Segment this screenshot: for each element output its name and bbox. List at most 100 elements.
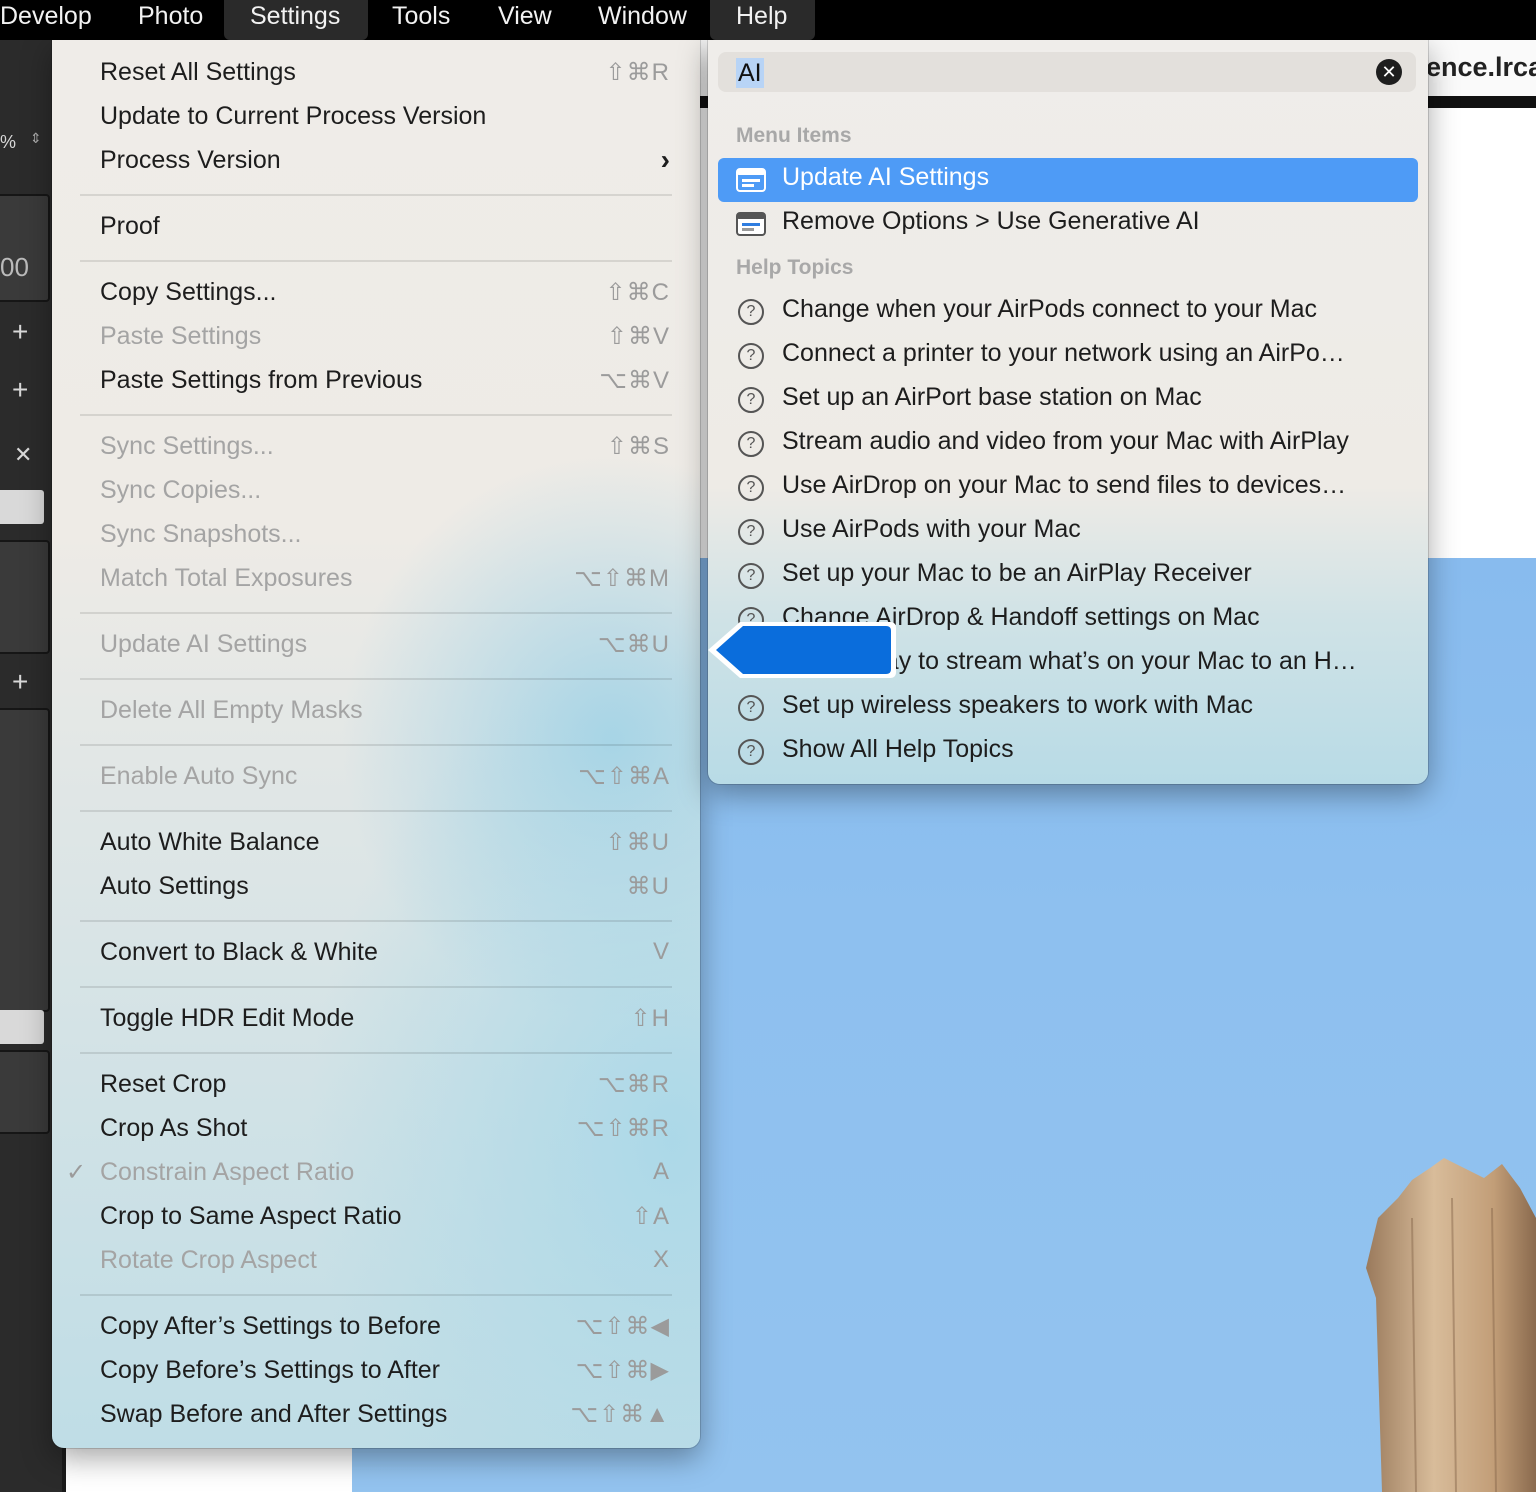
menu-item-paste-settings-from-previous[interactable]: Paste Settings from Previous ⌥⌘V	[100, 362, 670, 406]
menu-item-label: Sync Snapshots...	[100, 520, 302, 548]
menu-item-auto-settings[interactable]: Auto Settings ⌘U	[100, 868, 670, 912]
help-result-update-ai-settings[interactable]: Update AI Settings	[718, 158, 1418, 202]
close-icon[interactable]: ✕	[14, 442, 32, 468]
help-question-icon: ?	[738, 563, 764, 589]
menu-item-crop-as-shot[interactable]: Crop As Shot ⌥⇧⌘R	[100, 1110, 670, 1154]
left-panel-box	[0, 194, 50, 302]
help-topic-item[interactable]: ? Use AirDrop on your Mac to send files …	[718, 466, 1418, 510]
section-heading-menu-items: Menu Items	[736, 124, 852, 147]
menu-item-shortcut: ⌥⇧⌘▲	[570, 1401, 670, 1428]
left-panel-button[interactable]	[0, 490, 44, 524]
chevron-right-icon: ›	[660, 144, 670, 175]
menu-item-label: Reset All Settings	[100, 58, 296, 86]
menu-item-label: Match Total Exposures	[100, 564, 353, 592]
add-icon[interactable]: +	[12, 666, 28, 698]
menubar-develop[interactable]: Develop	[0, 0, 98, 40]
menu-item-label: Paste Settings from Previous	[100, 366, 423, 394]
menu-item-shortcut: ⇧A	[631, 1203, 670, 1230]
menubar-view[interactable]: View	[498, 0, 552, 40]
help-question-icon: ?	[738, 519, 764, 545]
menu-separator	[80, 1052, 672, 1054]
menu-separator	[80, 260, 672, 262]
menu-separator	[80, 414, 672, 416]
settings-menu: Reset All Settings ⇧⌘R Update to Current…	[52, 40, 700, 1448]
menu-bar: Develop Photo Settings Tools View Window…	[0, 0, 1536, 40]
menu-item-copy-before-to-after[interactable]: Copy Before’s Settings to After ⌥⇧⌘▶	[100, 1352, 670, 1396]
left-panel-box	[0, 540, 50, 654]
left-panel-button[interactable]	[0, 1010, 44, 1044]
help-topic-label: Set up an AirPort base station on Mac	[782, 383, 1202, 411]
menu-item-label: Crop to Same Aspect Ratio	[100, 1202, 402, 1230]
menu-item-delete-all-empty-masks: Delete All Empty Masks	[100, 692, 670, 736]
photo-wooden-post	[1366, 1158, 1536, 1492]
left-number-fragment: 00	[0, 252, 29, 282]
add-icon[interactable]: +	[12, 316, 28, 348]
menu-separator	[80, 612, 672, 614]
menu-item-icon	[736, 212, 766, 236]
menu-item-shortcut: V	[652, 938, 670, 965]
menu-item-auto-white-balance[interactable]: Auto White Balance ⇧⌘U	[100, 824, 670, 868]
menu-item-shortcut: ⌥⌘U	[598, 631, 670, 658]
menu-item-label: Process Version	[100, 146, 281, 174]
menu-item-constrain-aspect-ratio: ✓ Constrain Aspect Ratio A	[66, 1154, 670, 1198]
help-search-input[interactable]: AI	[736, 58, 764, 88]
menu-item-label: Crop As Shot	[100, 1114, 248, 1142]
help-topic-item[interactable]: ? Use AirPods with your Mac	[718, 510, 1418, 554]
menu-item-update-process-version[interactable]: Update to Current Process Version	[100, 98, 670, 142]
menubar-photo[interactable]: Photo	[138, 0, 203, 40]
menu-item-label: Auto White Balance	[100, 828, 320, 856]
menubar-tools[interactable]: Tools	[392, 0, 450, 40]
menu-separator	[80, 986, 672, 988]
menu-item-label: Swap Before and After Settings	[100, 1400, 448, 1428]
menu-item-reset-crop[interactable]: Reset Crop ⌥⌘R	[100, 1066, 670, 1110]
menu-item-copy-settings[interactable]: Copy Settings... ⇧⌘C	[100, 274, 670, 318]
help-topic-item[interactable]: ? Stream audio and video from your Mac w…	[718, 422, 1418, 466]
help-topic-item[interactable]: ? Set up your Mac to be an AirPlay Recei…	[718, 554, 1418, 598]
menu-item-paste-settings: Paste Settings ⇧⌘V	[100, 318, 670, 362]
help-search-field[interactable]: AI ✕	[718, 52, 1416, 92]
menu-item-shortcut: ⇧⌘V	[606, 323, 670, 350]
add-icon[interactable]: +	[12, 374, 28, 406]
help-topic-item[interactable]: ? Connect a printer to your network usin…	[718, 334, 1418, 378]
menu-separator	[80, 194, 672, 196]
menubar-help[interactable]: Help	[710, 0, 816, 40]
menu-item-proof[interactable]: Proof	[100, 208, 670, 252]
menu-item-shortcut: A	[652, 1158, 670, 1185]
menu-item-swap-before-after[interactable]: Swap Before and After Settings ⌥⇧⌘▲	[100, 1396, 670, 1440]
menu-item-label: Convert to Black & White	[100, 938, 378, 966]
menu-item-shortcut: ⌥⇧⌘M	[574, 565, 670, 592]
help-topic-show-all[interactable]: ? Show All Help Topics	[718, 730, 1418, 774]
menu-item-copy-after-to-before[interactable]: Copy After’s Settings to Before ⌥⇧⌘◀	[100, 1308, 670, 1352]
background-url-fragment: ence.lrca	[1426, 52, 1536, 82]
menu-item-shortcut: ⌥⇧⌘A	[578, 763, 670, 790]
menu-item-label: Delete All Empty Masks	[100, 696, 363, 724]
menubar-window[interactable]: Window	[598, 0, 687, 40]
help-topic-item[interactable]: ? Set up wireless speakers to work with …	[718, 686, 1418, 730]
help-question-icon: ?	[738, 299, 764, 325]
menu-item-toggle-hdr-edit-mode[interactable]: Toggle HDR Edit Mode ⇧H	[100, 1000, 670, 1044]
help-question-icon: ?	[738, 431, 764, 457]
menu-item-sync-settings: Sync Settings... ⇧⌘S	[100, 428, 670, 472]
clear-search-icon[interactable]: ✕	[1376, 59, 1402, 85]
menu-item-match-total-exposures: Match Total Exposures ⌥⇧⌘M	[100, 560, 670, 604]
help-result-remove-options[interactable]: Remove Options > Use Generative AI	[718, 202, 1418, 246]
left-panel-box	[0, 1050, 50, 1134]
menu-item-shortcut: ⌘U	[626, 873, 670, 900]
menu-item-shortcut: ⇧⌘S	[606, 433, 670, 460]
checkmark-icon: ✓	[66, 1159, 87, 1186]
menu-item-convert-black-white[interactable]: Convert to Black & White V	[100, 934, 670, 978]
menu-item-label: Update AI Settings	[100, 630, 308, 658]
menu-separator	[80, 920, 672, 922]
help-topic-item[interactable]: ? Change when your AirPods connect to yo…	[718, 290, 1418, 334]
help-topic-label: Use AirPods with your Mac	[782, 515, 1081, 543]
help-topic-label: Set up wireless speakers to work with Ma…	[782, 691, 1254, 719]
menu-item-label: Sync Copies...	[100, 476, 262, 504]
menubar-settings[interactable]: Settings	[224, 0, 369, 40]
zoom-stepper-icon[interactable]: ⇕	[30, 130, 42, 147]
section-heading-help-topics: Help Topics	[736, 256, 854, 279]
menu-item-process-version[interactable]: Process Version ›	[100, 142, 670, 186]
help-topic-label: Change when your AirPods connect to your…	[782, 295, 1318, 323]
menu-item-reset-all-settings[interactable]: Reset All Settings ⇧⌘R	[100, 54, 670, 98]
help-topic-item[interactable]: ? Set up an AirPort base station on Mac	[718, 378, 1418, 422]
menu-item-crop-same-aspect-ratio[interactable]: Crop to Same Aspect Ratio ⇧A	[100, 1198, 670, 1242]
